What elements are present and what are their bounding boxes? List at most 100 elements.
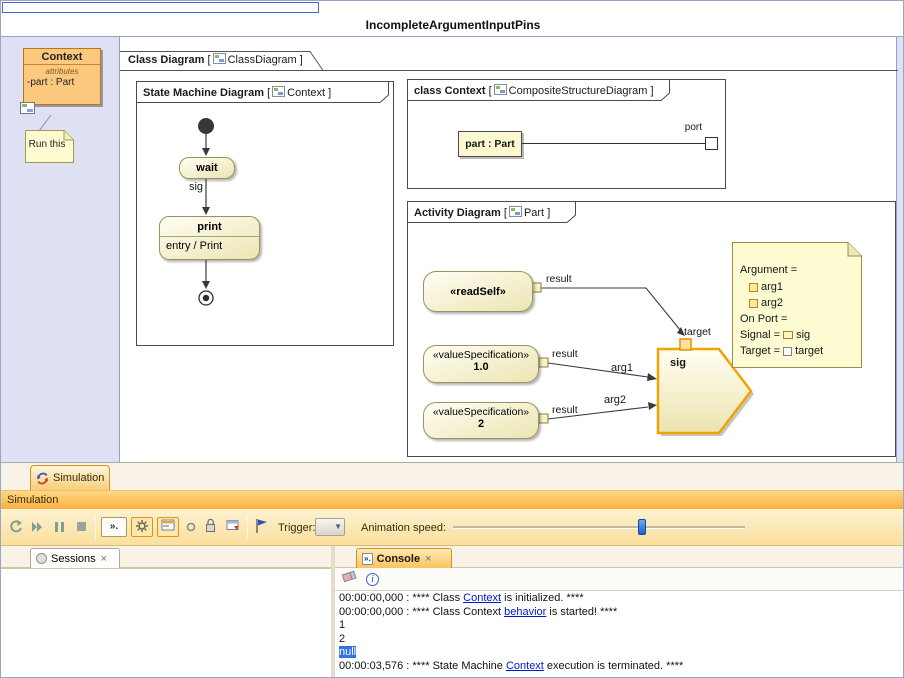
note-text: arg1: [761, 281, 783, 293]
console-line: 00:00:00,000 : **** Class Context behavi…: [335, 606, 904, 620]
note-text: sig: [796, 329, 810, 341]
lock-button[interactable]: [203, 517, 221, 535]
composite-frame-title: class Context [CompositeStructureDiagram…: [414, 84, 654, 97]
simulation-icon: [36, 472, 49, 485]
clear-console-button[interactable]: [341, 569, 358, 589]
toolbar-separator: [95, 516, 96, 540]
diagram-name: ClassDiagram: [228, 54, 297, 66]
tab-simulation[interactable]: Simulation: [30, 465, 110, 490]
tab-sessions[interactable]: Sessions ×: [30, 548, 120, 568]
port-square[interactable]: [705, 137, 718, 150]
note-text: Signal =: [740, 329, 780, 341]
resume-button[interactable]: [29, 518, 47, 536]
simulation-toolbar: ». Trigge: [1, 509, 904, 546]
transition-label: sig: [175, 181, 203, 193]
stereotype-label: «valueSpecification»: [424, 349, 538, 361]
console-line: 1: [335, 619, 904, 633]
sessions-icon: [36, 553, 47, 564]
bracket: ]: [651, 85, 654, 97]
pause-button[interactable]: [51, 518, 69, 536]
class-diagram-tab[interactable]: Class Diagram [ClassDiagram ]: [128, 53, 303, 66]
print-state[interactable]: print entry / Print: [159, 216, 260, 260]
result-pin[interactable]: [539, 414, 548, 423]
state-machine-frame[interactable]: State Machine Diagram [Context ] wait si…: [136, 81, 394, 346]
close-icon[interactable]: ×: [425, 553, 431, 565]
chevron-down-icon: ▼: [334, 522, 342, 531]
slider-handle[interactable]: [638, 519, 646, 535]
diagram-window-title: IncompleteArgumentInputPins: [1, 14, 904, 37]
frame-kind: class: [414, 85, 442, 97]
readself-action[interactable]: «readSelf»: [423, 271, 533, 312]
value-spec-action-2[interactable]: «valueSpecification» 2: [423, 402, 539, 439]
run-this-note[interactable]: Run this: [25, 130, 74, 163]
value-label: 2: [424, 418, 538, 430]
tab-title: Class Diagram: [128, 54, 204, 66]
step-button[interactable]: ».: [101, 517, 127, 537]
result-pin[interactable]: [539, 358, 548, 367]
tab-label: Console: [377, 553, 420, 565]
note-line: arg1: [749, 281, 783, 293]
note-line: Argument =: [740, 264, 797, 276]
animation-speed-label: Animation speed:: [361, 522, 446, 534]
animation-toggle-button[interactable]: [157, 517, 179, 537]
value-label: 1.0: [424, 361, 538, 373]
animation-icon: [160, 518, 176, 532]
class-name: Context: [24, 49, 100, 65]
note-text: target: [795, 345, 823, 357]
trigger-label: Trigger:: [278, 522, 316, 534]
header-label: Simulation: [7, 491, 58, 510]
state-name: print: [160, 217, 259, 237]
settings-button[interactable]: [131, 517, 153, 537]
gear-icon: [134, 518, 150, 534]
restart-button[interactable]: [7, 518, 25, 536]
composite-structure-frame[interactable]: class Context [CompositeStructureDiagram…: [407, 79, 726, 189]
context-class-box[interactable]: Context attributes -part : Part: [23, 48, 101, 105]
trigger-flag-icon[interactable]: [253, 517, 271, 535]
close-icon[interactable]: ×: [101, 553, 107, 565]
console-icon: ».: [362, 553, 373, 565]
sessions-panel-body[interactable]: [1, 568, 331, 678]
breakpoint-icon[interactable]: [183, 518, 201, 536]
tab-label: Simulation: [53, 472, 104, 484]
console-link[interactable]: Context: [463, 592, 501, 604]
window-top-strip: [1, 1, 904, 14]
console-link[interactable]: Context: [506, 660, 544, 672]
trigger-dropdown[interactable]: ▼: [315, 518, 345, 536]
signal-icon: [783, 331, 793, 339]
terminate-button[interactable]: [73, 518, 91, 536]
initial-node[interactable]: [198, 118, 214, 134]
part-property-box[interactable]: part : Part: [458, 131, 522, 157]
console-line: 2: [335, 633, 904, 647]
tab-console[interactable]: ». Console ×: [356, 548, 452, 568]
attributes-compartment-label: attributes: [24, 66, 100, 76]
diagram-tab-strip[interactable]: [2, 2, 319, 13]
value-spec-action-1[interactable]: «valueSpecification» 1.0: [423, 345, 539, 383]
app-window: IncompleteArgumentInputPins Context attr…: [0, 0, 904, 678]
activity-frame[interactable]: Activity Diagram [Part ]: [407, 201, 896, 457]
console-link[interactable]: behavior: [504, 606, 546, 618]
console-line: null: [335, 646, 904, 660]
info-icon[interactable]: i: [366, 573, 379, 586]
port-connector-line: [522, 143, 705, 144]
console-line: 00:00:03,576 : **** State Machine Contex…: [335, 660, 904, 674]
pin-icon: [783, 347, 792, 356]
simulation-header: Simulation: [1, 490, 904, 509]
note-line: Target = target: [740, 345, 823, 357]
wait-state[interactable]: wait: [179, 157, 235, 179]
diagram-side-area-right: [897, 37, 904, 462]
diagram-canvas: Class Diagram [ClassDiagram ] State Mach…: [119, 37, 897, 462]
pin-icon: [749, 283, 758, 292]
capture-diagram-button[interactable]: [225, 518, 243, 536]
classdiagram-icon: [213, 53, 226, 64]
arg2-label: arg2: [604, 394, 626, 406]
target-pin[interactable]: [680, 339, 691, 350]
toolbar-separator: [247, 516, 248, 540]
pin-icon: [749, 299, 758, 308]
result-pin[interactable]: [532, 283, 541, 292]
console-output[interactable]: 00:00:00,000 : **** Class Context is ini…: [335, 591, 904, 678]
owned-diagram-icon[interactable]: [20, 102, 35, 114]
arg1-label: arg1: [611, 362, 633, 374]
target-pin-label: target: [684, 326, 711, 338]
diagram-name: CompositeStructureDiagram: [509, 85, 648, 97]
animation-speed-slider[interactable]: [453, 518, 745, 536]
